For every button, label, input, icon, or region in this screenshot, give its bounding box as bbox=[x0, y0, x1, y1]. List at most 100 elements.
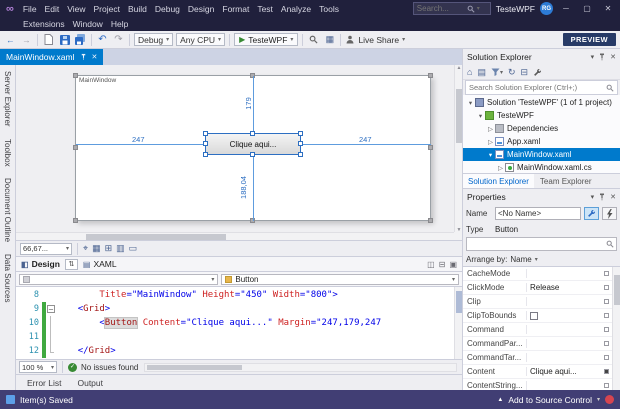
properties-search-box[interactable] bbox=[466, 237, 617, 251]
split-vertical-icon[interactable]: ◫ bbox=[427, 260, 435, 269]
property-source-marker[interactable] bbox=[604, 355, 609, 360]
property-source-marker[interactable] bbox=[604, 341, 609, 346]
filter-icon[interactable]: ▾ bbox=[491, 68, 503, 76]
split-horizontal-icon[interactable]: ⊟ bbox=[439, 260, 446, 269]
save-icon[interactable] bbox=[58, 33, 71, 47]
scroll-up-icon[interactable]: ▲ bbox=[455, 65, 462, 71]
collapse-expander-icon[interactable]: ▾ bbox=[466, 99, 475, 107]
properties-header[interactable]: Properties ▾ ✕ bbox=[463, 188, 620, 204]
menu-view[interactable]: View bbox=[63, 4, 89, 14]
navigate-forward-icon[interactable]: → bbox=[20, 33, 33, 47]
menu-tools[interactable]: Tools bbox=[315, 4, 343, 14]
editor-vertical-scrollbar[interactable] bbox=[454, 287, 462, 359]
panel-tab-output[interactable]: Output bbox=[70, 377, 110, 389]
code-line-9[interactable]: 9– <Grid> bbox=[16, 302, 462, 316]
selection-handle[interactable] bbox=[298, 131, 303, 136]
scrollbar-thumb[interactable] bbox=[456, 89, 462, 143]
collapse-expander-icon[interactable]: ▾ bbox=[476, 112, 485, 120]
tree-item-solution-testewpf-1-of-1-project[interactable]: ▾ Solution 'TesteWPF' (1 of 1 project) bbox=[463, 96, 620, 109]
selection-handle[interactable] bbox=[203, 141, 208, 146]
tree-item-testewpf[interactable]: ▾ TesteWPF bbox=[463, 109, 620, 122]
resize-handle[interactable] bbox=[73, 218, 78, 223]
solution-explorer-search-input[interactable] bbox=[469, 83, 606, 92]
tab-xaml[interactable]: ▤ XAML bbox=[83, 259, 117, 269]
collapse-all-icon[interactable]: ⊟ bbox=[521, 67, 529, 78]
collapse-region-icon[interactable]: – bbox=[47, 305, 55, 313]
resize-handle[interactable] bbox=[428, 145, 433, 150]
chevron-down-icon[interactable]: ▾ bbox=[591, 53, 595, 61]
start-debugging-button[interactable]: ▶ TesteWPF ▾ bbox=[234, 33, 299, 46]
close-button[interactable]: ✕ bbox=[600, 2, 616, 15]
menu-file[interactable]: File bbox=[19, 4, 41, 14]
menu-edit[interactable]: Edit bbox=[41, 4, 64, 14]
selection-handle[interactable] bbox=[203, 131, 208, 136]
chevron-down-icon[interactable]: ▾ bbox=[591, 193, 595, 201]
document-health-icon[interactable]: ✓ bbox=[68, 362, 77, 372]
expand-expander-icon[interactable]: ▷ bbox=[486, 138, 495, 146]
menu-window[interactable]: Window bbox=[69, 19, 107, 29]
menu-extensions[interactable]: Extensions bbox=[19, 19, 69, 29]
editor-zoom-dropdown[interactable]: 100 % ▾ bbox=[19, 361, 57, 373]
notifications-icon[interactable] bbox=[605, 395, 614, 404]
tab-design[interactable]: ◧ Design bbox=[21, 259, 60, 269]
zoom-to-fit-icon[interactable]: ⌖ bbox=[83, 243, 88, 254]
close-icon[interactable]: ✕ bbox=[610, 193, 616, 201]
property-row-content[interactable]: Content Clique aqui... bbox=[463, 365, 612, 379]
menu-format[interactable]: Format bbox=[218, 4, 253, 14]
expand-expander-icon[interactable]: ▷ bbox=[496, 164, 505, 172]
name-field[interactable]: <No Name> bbox=[495, 207, 581, 220]
redo-icon[interactable]: ↷ bbox=[112, 33, 125, 47]
add-to-source-control-button[interactable]: Add to Source Control bbox=[508, 395, 592, 405]
property-row-cliptobounds[interactable]: ClipToBounds bbox=[463, 309, 612, 323]
pin-icon[interactable] bbox=[598, 53, 606, 61]
find-icon[interactable] bbox=[307, 33, 320, 47]
xaml-code-editor[interactable]: 8 Title="MainWindow" Height="450" Width=… bbox=[16, 287, 462, 359]
menu-project[interactable]: Project bbox=[89, 4, 123, 14]
panel-tab-error-list[interactable]: Error List bbox=[20, 377, 68, 389]
element-path-dropdown[interactable]: ▾ bbox=[19, 273, 219, 285]
collapse-expander-icon[interactable]: ▾ bbox=[486, 151, 495, 159]
menu-help[interactable]: Help bbox=[107, 19, 132, 29]
solution-explorer-header[interactable]: Solution Explorer ▾ ✕ bbox=[463, 49, 620, 65]
home-icon[interactable]: ⌂ bbox=[467, 67, 472, 77]
tree-item-mainwindow-xaml[interactable]: ▾ MainWindow.xaml bbox=[463, 148, 620, 161]
show-annotations-icon[interactable]: ▭ bbox=[129, 243, 138, 254]
design-surface[interactable]: MainWindow 247 247 179 188,04 Clique aqu… bbox=[16, 65, 462, 241]
tool-tab-team-explorer[interactable]: Team Explorer bbox=[535, 174, 597, 188]
side-tab-document-outline[interactable]: Document Outline bbox=[3, 178, 12, 242]
resize-handle[interactable] bbox=[428, 73, 433, 78]
property-row-commandpar[interactable]: CommandPar... bbox=[463, 337, 612, 351]
new-file-icon[interactable] bbox=[42, 33, 55, 47]
global-search-input[interactable] bbox=[416, 4, 465, 13]
property-source-marker[interactable] bbox=[604, 369, 609, 374]
properties-mode-button[interactable] bbox=[584, 207, 599, 220]
property-value-cell[interactable]: Clique aqui... bbox=[527, 367, 601, 376]
navigate-back-icon[interactable]: ← bbox=[4, 33, 17, 47]
property-row-clip[interactable]: Clip bbox=[463, 295, 612, 309]
scrollbar-thumb[interactable] bbox=[147, 364, 243, 370]
menu-build[interactable]: Build bbox=[124, 4, 151, 14]
property-row-clickmode[interactable]: ClickMode Release bbox=[463, 281, 612, 295]
code-line-10[interactable]: 10 <Button Content="Clique aqui..." Marg… bbox=[16, 316, 462, 330]
properties-search-input[interactable] bbox=[469, 239, 606, 249]
scrollbar-thumb[interactable] bbox=[614, 275, 620, 305]
show-snaplines-icon[interactable]: ▥ bbox=[116, 243, 125, 254]
property-source-marker[interactable] bbox=[604, 299, 609, 304]
property-row-commandtar[interactable]: CommandTar... bbox=[463, 351, 612, 365]
menu-analyze[interactable]: Analyze bbox=[277, 4, 315, 14]
menu-design[interactable]: Design bbox=[184, 4, 218, 14]
property-row-command[interactable]: Command bbox=[463, 323, 612, 337]
code-line-11[interactable]: 11 bbox=[16, 330, 462, 344]
property-source-marker[interactable] bbox=[604, 327, 609, 332]
tree-item-app-xaml[interactable]: ▷ App.xaml bbox=[463, 135, 620, 148]
minimize-button[interactable]: ─ bbox=[558, 2, 574, 15]
side-tab-toolbox[interactable]: Toolbox bbox=[3, 139, 12, 167]
document-tab[interactable]: MainWindow.xaml ✕ bbox=[0, 49, 104, 65]
designer-vertical-scrollbar[interactable]: ▲ ▼ bbox=[454, 65, 462, 233]
show-all-files-icon[interactable]: ▤ bbox=[477, 67, 486, 78]
solution-platform-dropdown[interactable]: Any CPU ▾ bbox=[176, 33, 226, 46]
events-mode-button[interactable] bbox=[602, 207, 617, 220]
resize-handle[interactable] bbox=[428, 218, 433, 223]
checkbox[interactable] bbox=[530, 311, 538, 320]
solution-configuration-dropdown[interactable]: Debug ▾ bbox=[134, 33, 174, 46]
